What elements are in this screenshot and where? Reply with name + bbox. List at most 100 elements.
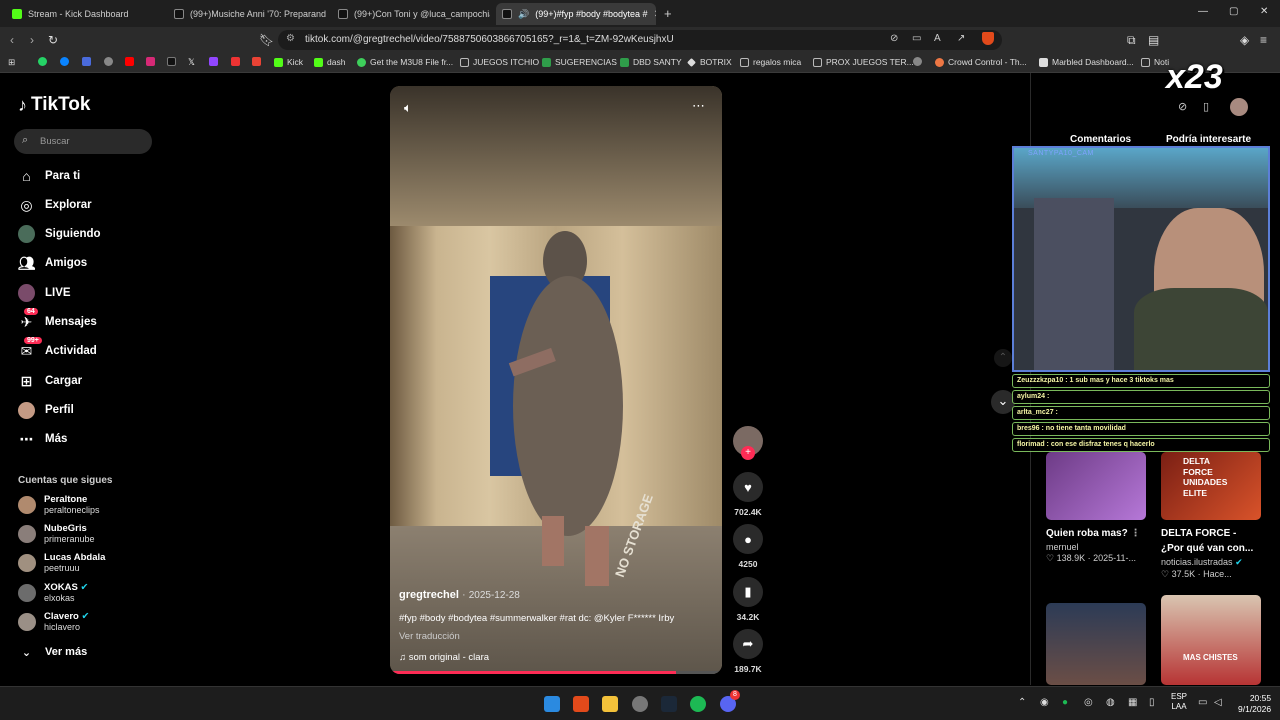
reload-icon[interactable]: ↻: [48, 33, 58, 47]
tray-icon[interactable]: ◍: [1106, 697, 1115, 708]
bookmark-regalos-mica[interactable]: regalos mica: [740, 57, 801, 67]
nav-live[interactable]: LIVE: [18, 283, 71, 303]
suggested-video-card[interactable]: DELTA FORCE UNIDADES ELITE DELTA FORCE -…: [1161, 452, 1261, 580]
bookmark-app-icon[interactable]: [82, 57, 91, 66]
tiktok-bookmark-icon[interactable]: [167, 57, 176, 66]
site-info-icon[interactable]: ⚙︎: [286, 33, 295, 44]
bookmark-juegos-itchio[interactable]: JUEGOS ITCHIO: [460, 57, 539, 67]
tray-icon[interactable]: ▦: [1128, 697, 1137, 708]
close-window-icon[interactable]: ✕: [1260, 6, 1268, 17]
twitch-icon[interactable]: [209, 57, 218, 66]
nav-para-ti[interactable]: ⌂ Para ti: [18, 166, 80, 186]
x-icon[interactable]: 𝕏: [188, 57, 195, 68]
cast-icon[interactable]: ▭: [912, 33, 921, 44]
reader-icon[interactable]: ⊘: [890, 33, 898, 44]
start-icon[interactable]: [544, 696, 560, 712]
obs-icon[interactable]: [632, 696, 648, 712]
author-avatar-button[interactable]: +: [732, 426, 764, 460]
tiktok-logo[interactable]: ♪ TikTok: [18, 94, 90, 116]
menu-icon[interactable]: ≡: [1260, 33, 1267, 47]
following-account[interactable]: Clavero ✔ hiclavero: [18, 611, 89, 632]
translate-icon[interactable]: A: [934, 33, 941, 44]
video-author-line[interactable]: gregtrechel · 2025-12-28: [399, 589, 520, 601]
bookmark-marbled[interactable]: Marbled Dashboard...: [1039, 57, 1134, 67]
bookmark-globe-icon[interactable]: [104, 57, 113, 66]
tray-icon[interactable]: ◎: [1084, 697, 1093, 708]
inbox-icon[interactable]: ▯: [1203, 100, 1209, 113]
youtube-icon[interactable]: [125, 57, 134, 66]
nav-cargar[interactable]: ⊞ Cargar: [18, 371, 82, 391]
microphone-icon[interactable]: ▯: [1149, 697, 1155, 708]
suggested-video-card[interactable]: [1046, 603, 1146, 685]
like-button[interactable]: ♥ 702.4K: [732, 472, 764, 517]
following-account[interactable]: NubeGris primeranube: [18, 523, 95, 544]
bookmark-prox-juegos[interactable]: PROX JUEGOS TER...: [813, 57, 914, 67]
network-icon[interactable]: ▭: [1198, 697, 1207, 708]
bookmark-dash[interactable]: dash: [314, 57, 345, 67]
user-avatar[interactable]: [1230, 98, 1248, 116]
tab-fyp-active[interactable]: 🔊 (99+)#fyp #body #bodytea # ✕: [496, 3, 656, 25]
nav-actividad[interactable]: ✉︎ 99+ Actividad: [18, 336, 97, 361]
volume-icon[interactable]: ◁: [1214, 697, 1222, 708]
file-explorer-icon[interactable]: [602, 696, 618, 712]
comment-button[interactable]: ● 4250: [732, 524, 764, 569]
bookmark-crowd-control[interactable]: Crowd Control - Th...: [935, 57, 1027, 67]
header-icon[interactable]: ⊘: [1178, 100, 1187, 113]
suggested-video-card[interactable]: Quien roba mas? ⋮ mernuel ♡ 138.9K · 202…: [1046, 452, 1146, 564]
translate-link[interactable]: Ver traducción: [399, 631, 460, 642]
bookmark-icon[interactable]: 🔖︎: [259, 33, 274, 47]
brave-taskbar-icon[interactable]: [573, 696, 589, 712]
nav-mas[interactable]: ⋯ Más: [18, 429, 68, 449]
suggested-video-card[interactable]: MAS CHISTES: [1161, 595, 1261, 685]
nav-siguiendo[interactable]: Siguiendo: [18, 224, 101, 244]
tray-chevron-icon[interactable]: ⌃: [1018, 697, 1026, 708]
tab-podria-interesarte[interactable]: Podría interesarte: [1166, 134, 1251, 145]
video-progress-bar[interactable]: [390, 671, 722, 674]
following-account[interactable]: Lucas Abdala peetruuu: [18, 552, 105, 573]
bookmark-noti[interactable]: Noti: [1141, 57, 1169, 67]
sound-line[interactable]: ♫ som original - clara: [399, 652, 489, 663]
search-input[interactable]: ⌕ Buscar: [14, 129, 152, 154]
whatsapp-icon[interactable]: [38, 57, 47, 66]
see-more-button[interactable]: ⌄ Ver más: [18, 642, 87, 662]
tab-comentarios[interactable]: Comentarios: [1070, 134, 1131, 145]
taskbar-clock[interactable]: 20:55 9/1/2026: [1238, 693, 1271, 716]
messenger-icon[interactable]: [60, 57, 69, 66]
more-options-icon[interactable]: ⋯: [692, 98, 705, 114]
bookmark-kick[interactable]: Kick: [274, 57, 303, 67]
steam-icon[interactable]: [661, 696, 677, 712]
language-indicator[interactable]: ESP LAA: [1171, 692, 1187, 713]
share-page-icon[interactable]: ↗: [957, 33, 965, 44]
address-bar[interactable]: ⚙︎ tiktok.com/@gregtrechel/video/7588750…: [278, 30, 1002, 50]
previous-video-button[interactable]: ⌃: [994, 349, 1012, 367]
following-account[interactable]: Peraltone peraltoneclips: [18, 494, 100, 515]
nav-mensajes[interactable]: ✈︎ 64 Mensajes: [18, 307, 97, 332]
minimize-icon[interactable]: —: [1198, 6, 1208, 17]
mute-icon[interactable]: 🔈︎: [404, 100, 412, 116]
maximize-icon[interactable]: ▢: [1229, 6, 1238, 17]
save-button[interactable]: ▮ 34.2K: [732, 577, 764, 622]
bookmark-m3u8[interactable]: Get the M3U8 File fr...: [357, 57, 453, 67]
bookmark-botrix[interactable]: BOTRIX: [687, 57, 732, 67]
following-account[interactable]: XOKAS ✔ elxokas: [18, 582, 88, 603]
bookmark-red-icon[interactable]: [231, 57, 240, 66]
sidebar-icon[interactable]: ▤: [1148, 33, 1159, 47]
bookmark-globe-icon[interactable]: [913, 57, 922, 66]
follow-plus-icon[interactable]: +: [741, 446, 755, 460]
share-button[interactable]: ➦ 189.7K: [732, 629, 764, 674]
tab-con-toni[interactable]: (99+)Con Toni y @luca_campochiaro: [332, 3, 490, 25]
discord-icon[interactable]: 8: [720, 690, 740, 712]
spotify-icon[interactable]: [690, 696, 706, 712]
tray-spotify-icon[interactable]: ●: [1062, 697, 1068, 708]
bookmark-sugerencias[interactable]: SUGERENCIAS: [542, 57, 617, 67]
tab-kick-dashboard[interactable]: Stream - Kick Dashboard: [6, 3, 166, 25]
nav-amigos[interactable]: 👥︎ Amigos: [18, 253, 88, 273]
tray-discord-icon[interactable]: ◉: [1040, 697, 1049, 708]
nav-explorar[interactable]: ◎ Explorar: [18, 195, 91, 215]
extensions-icon[interactable]: ⧉: [1127, 33, 1136, 48]
gmail-icon[interactable]: [252, 57, 261, 66]
apps-icon[interactable]: ⊞: [8, 57, 15, 68]
card-more-icon[interactable]: ⋮: [1130, 528, 1140, 539]
new-tab-button[interactable]: +: [664, 6, 672, 21]
forward-icon[interactable]: ›: [30, 33, 34, 47]
